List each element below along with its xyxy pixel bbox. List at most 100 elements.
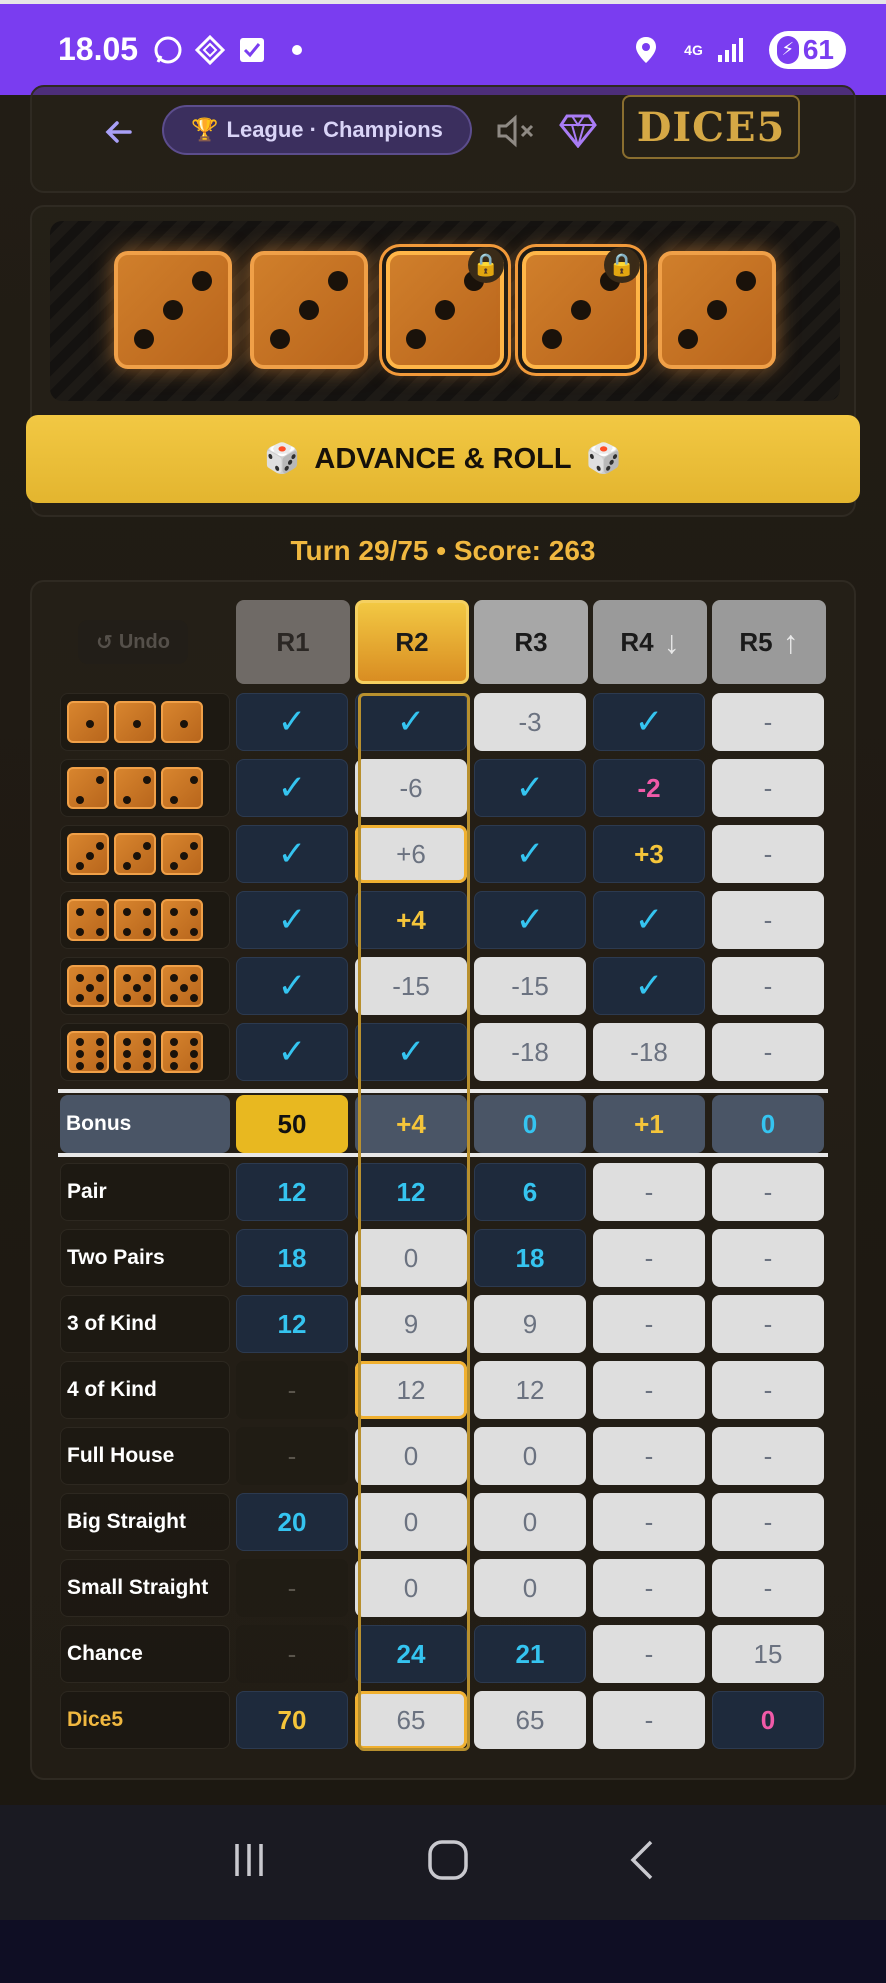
- score-cell-r1[interactable]: ✓: [236, 891, 348, 949]
- score-cell-r4[interactable]: -: [593, 1361, 705, 1419]
- pip: [163, 300, 183, 320]
- cell-value: -6: [399, 772, 423, 803]
- home-button[interactable]: [426, 1838, 470, 1887]
- cell-value: ✓: [515, 901, 545, 939]
- score-cell-r4[interactable]: -: [593, 1691, 705, 1749]
- score-cell-r2[interactable]: 65: [355, 1691, 467, 1749]
- score-cell-r5[interactable]: -: [712, 1427, 824, 1485]
- score-cell-r5[interactable]: -: [712, 693, 824, 751]
- score-cell-r2[interactable]: +4: [355, 891, 467, 949]
- score-cell-r3[interactable]: 0: [474, 1493, 586, 1551]
- score-cell-r2[interactable]: 0: [355, 1229, 467, 1287]
- score-cell-r1[interactable]: ✓: [236, 825, 348, 883]
- mute-button[interactable]: [492, 107, 540, 155]
- score-cell-r2[interactable]: 12: [355, 1163, 467, 1221]
- score-cell-r5[interactable]: -: [712, 825, 824, 883]
- score-cell-r5[interactable]: -: [712, 1361, 824, 1419]
- score-cell-r3[interactable]: -15: [474, 957, 586, 1015]
- score-cell-r4[interactable]: -: [593, 1427, 705, 1485]
- score-cell-r1[interactable]: 12: [236, 1295, 348, 1353]
- score-cell-r5[interactable]: -: [712, 1229, 824, 1287]
- score-cell-r4[interactable]: -: [593, 1163, 705, 1221]
- score-cell-r3[interactable]: ✓: [474, 759, 586, 817]
- score-cell-r2[interactable]: 0: [355, 1427, 467, 1485]
- score-cell-r1[interactable]: ✓: [236, 693, 348, 751]
- score-cell-r1[interactable]: 70: [236, 1691, 348, 1749]
- die-4-locked[interactable]: 🔒: [522, 247, 640, 369]
- score-cell-r5[interactable]: -: [712, 891, 824, 949]
- recent-apps-button[interactable]: [229, 1840, 269, 1885]
- score-cell-r5[interactable]: 0: [712, 1691, 824, 1749]
- score-cell-r2[interactable]: 0: [355, 1493, 467, 1551]
- score-cell-r4[interactable]: -: [593, 1229, 705, 1287]
- score-cell-r4[interactable]: -: [593, 1559, 705, 1617]
- score-cell-r3[interactable]: 65: [474, 1691, 586, 1749]
- score-cell-r1[interactable]: 18: [236, 1229, 348, 1287]
- cell-value: +6: [396, 838, 426, 869]
- score-cell-r5[interactable]: -: [712, 1493, 824, 1551]
- score-cell-r3[interactable]: -18: [474, 1023, 586, 1081]
- score-cell-r1[interactable]: -: [236, 1427, 348, 1485]
- column-header-r3[interactable]: R3: [474, 600, 588, 684]
- score-cell-r5[interactable]: -: [712, 1295, 824, 1353]
- score-cell-r4[interactable]: -2: [593, 759, 705, 817]
- back-nav-button[interactable]: [627, 1838, 657, 1887]
- league-badge[interactable]: 🏆 League · Champions: [162, 105, 472, 155]
- score-cell-r2[interactable]: ✓: [355, 693, 467, 751]
- die-1[interactable]: [114, 251, 232, 369]
- score-cell-r4[interactable]: -: [593, 1625, 705, 1683]
- score-cell-r3[interactable]: ✓: [474, 825, 586, 883]
- die-3-locked[interactable]: 🔒: [386, 247, 504, 369]
- column-header-r1[interactable]: R1: [236, 600, 350, 684]
- score-cell-r3[interactable]: 0: [474, 1427, 586, 1485]
- score-cell-r5[interactable]: -: [712, 1559, 824, 1617]
- score-cell-r2[interactable]: 24: [355, 1625, 467, 1683]
- score-cell-r5[interactable]: -: [712, 957, 824, 1015]
- score-cell-r1[interactable]: -: [236, 1559, 348, 1617]
- column-header-r5[interactable]: R5 ↑: [712, 600, 826, 684]
- score-cell-r2[interactable]: 0: [355, 1559, 467, 1617]
- score-cell-r3[interactable]: 9: [474, 1295, 586, 1353]
- score-cell-r3[interactable]: 0: [474, 1559, 586, 1617]
- score-cell-r4[interactable]: ✓: [593, 891, 705, 949]
- score-cell-r2[interactable]: +6: [355, 825, 467, 883]
- score-cell-r3[interactable]: 6: [474, 1163, 586, 1221]
- score-cell-r3[interactable]: 21: [474, 1625, 586, 1683]
- score-cell-r3[interactable]: -3: [474, 693, 586, 751]
- undo-button[interactable]: ↺ Undo: [78, 620, 188, 664]
- score-cell-r1[interactable]: ✓: [236, 957, 348, 1015]
- die-2[interactable]: [250, 251, 368, 369]
- advance-roll-button[interactable]: 🎲 ADVANCE & ROLL 🎲: [26, 415, 860, 503]
- pip: [190, 1050, 198, 1058]
- score-cell-r1[interactable]: -: [236, 1625, 348, 1683]
- score-cell-r4[interactable]: ✓: [593, 693, 705, 751]
- column-header-r2[interactable]: R2: [355, 600, 469, 684]
- gem-button[interactable]: [554, 107, 602, 155]
- score-cell-r1[interactable]: ✓: [236, 759, 348, 817]
- score-cell-r1[interactable]: ✓: [236, 1023, 348, 1081]
- score-cell-r4[interactable]: -: [593, 1493, 705, 1551]
- score-cell-r3[interactable]: 18: [474, 1229, 586, 1287]
- score-cell-r3[interactable]: 12: [474, 1361, 586, 1419]
- score-cell-r5[interactable]: -: [712, 1023, 824, 1081]
- score-cell-r5[interactable]: -: [712, 1163, 824, 1221]
- score-cell-r2[interactable]: 9: [355, 1295, 467, 1353]
- score-cell-r4[interactable]: -: [593, 1295, 705, 1353]
- score-cell-r5[interactable]: 15: [712, 1625, 824, 1683]
- score-cell-r4[interactable]: -18: [593, 1023, 705, 1081]
- column-header-r4[interactable]: R4 ↓: [593, 600, 707, 684]
- score-cell-r1[interactable]: 12: [236, 1163, 348, 1221]
- score-cell-r5[interactable]: -: [712, 759, 824, 817]
- score-cell-r2[interactable]: 12: [355, 1361, 467, 1419]
- score-cell-r1[interactable]: -: [236, 1361, 348, 1419]
- score-cell-r4[interactable]: ✓: [593, 957, 705, 1015]
- cell-value: 24: [396, 1638, 426, 1669]
- score-cell-r2[interactable]: -15: [355, 957, 467, 1015]
- die-5[interactable]: [658, 251, 776, 369]
- score-cell-r3[interactable]: ✓: [474, 891, 586, 949]
- back-button[interactable]: [94, 107, 144, 157]
- score-cell-r4[interactable]: +3: [593, 825, 705, 883]
- score-cell-r2[interactable]: -6: [355, 759, 467, 817]
- score-cell-r2[interactable]: ✓: [355, 1023, 467, 1081]
- score-cell-r1[interactable]: 20: [236, 1493, 348, 1551]
